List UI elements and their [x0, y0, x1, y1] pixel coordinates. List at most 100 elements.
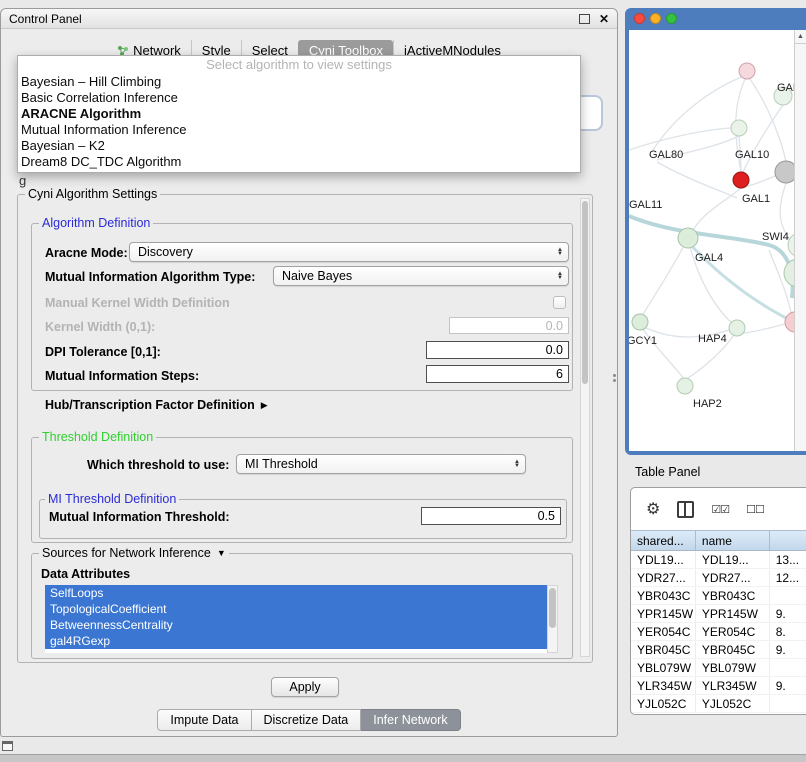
dropdown-placeholder: Select algorithm to view settings — [18, 56, 580, 74]
algorithm-definition-title: Algorithm Definition — [39, 216, 153, 230]
list-item[interactable]: TopologicalCoefficient — [45, 601, 547, 617]
node-label: GAL4 — [695, 252, 723, 264]
mi-threshold-field[interactable]: 0.5 — [421, 507, 561, 525]
tab-discretize-data[interactable]: Discretize Data — [252, 709, 362, 731]
manual-kernel-label: Manual Kernel Width Definition — [45, 296, 230, 310]
dpi-tolerance-field[interactable]: 0.0 — [426, 341, 569, 359]
data-attributes-label: Data Attributes — [41, 567, 130, 581]
window-traffic-lights — [634, 13, 677, 24]
table-row[interactable]: YJL052CYJL052C — [631, 695, 806, 713]
dropdown-item[interactable]: Bayesian – K2 — [18, 138, 580, 154]
hub-section-toggle[interactable]: Hub/Transcription Factor Definition ▶ — [45, 398, 268, 412]
hidden-label-fragment: g — [19, 173, 26, 188]
kernel-width-field[interactable]: 0.0 — [449, 317, 569, 334]
close-icon[interactable]: ✕ — [599, 12, 609, 26]
table-row[interactable]: YBR043CYBR043C — [631, 587, 806, 605]
cyni-bottom-tabs: Impute Data Discretize Data Infer Networ… — [1, 709, 617, 731]
mi-type-value: Naive Bayes — [282, 269, 352, 283]
dropdown-item-selected[interactable]: ARACNE Algorithm — [18, 106, 580, 122]
settings-scrollbar-thumb[interactable] — [582, 201, 588, 384]
network-view-window: GAL GAL80 GAL10 GAL11 GAL1 SWI4 GAL4 GCY… — [625, 8, 806, 455]
mi-type-label: Mutual Information Algorithm Type: — [45, 270, 255, 284]
stepper-icon: ▲▼ — [557, 272, 563, 281]
table-row[interactable]: YDR27...YDR27...12... — [631, 569, 806, 587]
aracne-mode-label: Aracne Mode: — [45, 246, 128, 260]
minimize-traffic-light[interactable] — [650, 13, 661, 24]
cyni-settings-group-title: Cyni Algorithm Settings — [25, 187, 160, 201]
dpi-tolerance-label: DPI Tolerance [0,1]: — [45, 345, 161, 359]
panel-splitter-handle[interactable] — [611, 369, 618, 387]
columns-icon[interactable] — [677, 501, 694, 518]
table-header-row: shared... name — [631, 530, 806, 551]
window-title: Control Panel — [9, 12, 82, 26]
mi-steps-label: Mutual Information Steps: — [45, 369, 199, 383]
stepper-icon: ▲▼ — [557, 248, 563, 257]
attributes-scrollbar-thumb[interactable] — [549, 588, 556, 628]
list-item[interactable]: BetweennessCentrality — [45, 617, 547, 633]
dropdown-item[interactable]: Mutual Information Inference — [18, 122, 580, 138]
table-row[interactable]: YLR345WYLR345W9. — [631, 677, 806, 695]
close-traffic-light[interactable] — [634, 13, 645, 24]
node-label: GAL80 — [649, 149, 683, 161]
float-window-icon[interactable] — [579, 14, 590, 24]
table-row[interactable]: YDL19...YDL19...13... — [631, 551, 806, 569]
tab-infer-network[interactable]: Infer Network — [361, 709, 460, 731]
aracne-mode-value: Discovery — [138, 245, 193, 259]
apply-button[interactable]: Apply — [271, 677, 339, 697]
table-body: YDL19...YDL19...13... YDR27...YDR27...12… — [631, 551, 806, 713]
aracne-mode-select[interactable]: Discovery ▲▼ — [129, 242, 569, 262]
sources-group-toggle[interactable]: Sources for Network Inference ▼ — [39, 546, 229, 560]
algorithm-dropdown-popup: Select algorithm to view settings Bayesi… — [17, 55, 581, 173]
mi-threshold-label: Mutual Information Threshold: — [49, 510, 230, 524]
gear-icon[interactable]: ⚙ — [646, 499, 660, 519]
manual-kernel-checkbox[interactable] — [553, 296, 566, 309]
minimized-window-icon[interactable] — [2, 741, 13, 751]
node-label: GAL11 — [629, 199, 662, 211]
zoom-traffic-light[interactable] — [666, 13, 677, 24]
table-row[interactable]: YBR045CYBR045C9. — [631, 641, 806, 659]
table-row[interactable]: YER054CYER054C8. — [631, 623, 806, 641]
table-panel-title: Table Panel — [635, 465, 700, 479]
which-threshold-value: MI Threshold — [245, 457, 318, 471]
table-toolbar: ⚙ ☑☑ ☐☐ — [631, 488, 806, 530]
hub-section-label: Hub/Transcription Factor Definition — [45, 398, 255, 412]
column-header-name[interactable]: name — [696, 531, 770, 550]
select-all-checks-icon[interactable]: ☑☑ — [711, 503, 729, 516]
bottom-strip — [0, 754, 806, 762]
list-item[interactable]: SelfLoops — [45, 585, 547, 601]
attributes-scrollbar[interactable] — [547, 585, 558, 653]
which-threshold-select[interactable]: MI Threshold ▲▼ — [236, 454, 526, 474]
column-header-cut[interactable] — [770, 531, 806, 550]
dropdown-item[interactable]: Dream8 DC_TDC Algorithm — [18, 154, 580, 170]
network-scrollbar[interactable]: ▲ — [794, 30, 806, 451]
deselect-all-checks-icon[interactable]: ☐☐ — [746, 503, 764, 516]
tab-impute-data[interactable]: Impute Data — [157, 709, 251, 731]
column-header-shared[interactable]: shared... — [631, 531, 696, 550]
data-attributes-list: SelfLoops TopologicalCoefficient Between… — [45, 585, 547, 653]
table-row[interactable]: YBL079WYBL079W — [631, 659, 806, 677]
scroll-up-icon[interactable]: ▲ — [795, 30, 806, 44]
list-item[interactable]: gal4RGexp — [45, 633, 547, 649]
collapse-right-icon: ▶ — [261, 400, 268, 411]
kernel-width-label: Kernel Width (0,1): — [45, 320, 155, 334]
node-label: GAL1 — [742, 193, 770, 205]
stepper-icon: ▲▼ — [514, 460, 520, 469]
node-label: SWI4 — [762, 231, 789, 243]
network-canvas[interactable]: GAL GAL80 GAL10 GAL11 GAL1 SWI4 GAL4 GCY… — [629, 30, 806, 451]
control-panel-window: Control Panel ✕ Network Style Select Cyn… — [0, 8, 618, 737]
dropdown-item[interactable]: Basic Correlation Inference — [18, 90, 580, 106]
node-label: HAP2 — [693, 398, 722, 410]
mi-threshold-group-title: MI Threshold Definition — [45, 492, 179, 506]
node-label: HAP4 — [698, 333, 727, 345]
table-row[interactable]: YPR145WYPR145W9. — [631, 605, 806, 623]
which-threshold-label: Which threshold to use: — [87, 458, 229, 472]
expand-down-icon: ▼ — [217, 548, 226, 558]
mi-type-select[interactable]: Naive Bayes ▲▼ — [273, 266, 569, 286]
control-panel-titlebar: Control Panel ✕ — [1, 9, 617, 29]
node-label: GCY1 — [629, 335, 657, 347]
screen: Control Panel ✕ Network Style Select Cyn… — [0, 0, 806, 762]
table-panel-window: ⚙ ☑☑ ☐☐ shared... name YDL19...YDL19...1… — [630, 487, 806, 715]
settings-scrollbar[interactable] — [580, 198, 590, 657]
mi-steps-field[interactable]: 6 — [426, 365, 569, 383]
dropdown-item[interactable]: Bayesian – Hill Climbing — [18, 74, 580, 90]
